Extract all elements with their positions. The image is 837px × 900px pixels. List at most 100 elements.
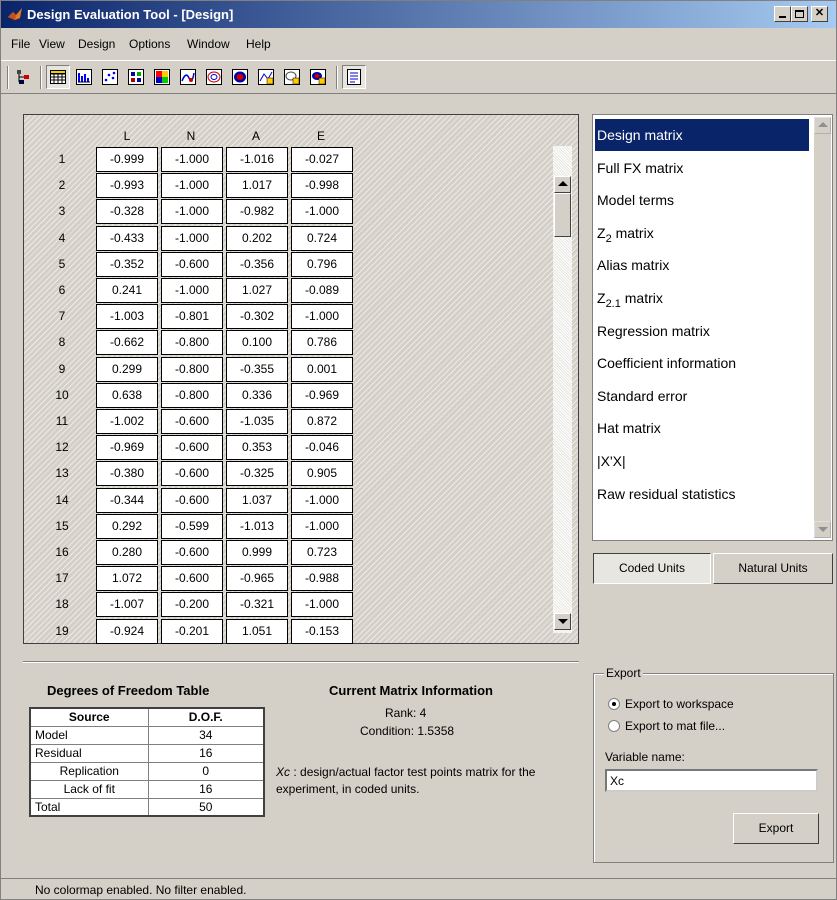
matrix-cell[interactable]: -1.000 <box>161 173 223 199</box>
matrix-cell[interactable]: 1.072 <box>96 566 158 592</box>
matrix-type-item[interactable]: Hat matrix <box>595 412 809 444</box>
matrix-cell[interactable]: -1.016 <box>226 147 288 172</box>
matrix-cell[interactable]: 1.017 <box>226 173 288 199</box>
matrix-type-item[interactable]: |X'X| <box>595 445 809 477</box>
matrix-cell[interactable]: -0.027 <box>291 147 353 172</box>
contour-icon[interactable] <box>202 65 226 89</box>
bar-chart-icon[interactable] <box>72 65 96 89</box>
matrix-cell[interactable]: 0.872 <box>291 409 353 434</box>
matrix-type-item[interactable]: Z2.1 matrix <box>595 282 809 314</box>
matrix-cell[interactable]: 0.796 <box>291 251 353 277</box>
matrix-cell[interactable]: -1.007 <box>96 592 158 618</box>
matrix-cell[interactable]: -1.000 <box>161 199 223 225</box>
matrix-cell[interactable]: -0.993 <box>96 173 158 199</box>
matrix-cell[interactable]: 0.723 <box>291 540 353 565</box>
matrix-cell[interactable]: 0.241 <box>96 278 158 303</box>
matrix-cell[interactable]: -1.000 <box>291 487 353 513</box>
matrix-cell[interactable]: 0.202 <box>226 225 288 251</box>
matrix-cell[interactable]: 1.037 <box>226 487 288 513</box>
minimize-button[interactable] <box>774 6 791 22</box>
radio-export-mat-label[interactable]: Export to mat file... <box>625 719 725 733</box>
menu-window[interactable]: Window <box>187 37 230 51</box>
matrix-cell[interactable]: -0.325 <box>226 461 288 487</box>
menu-design[interactable]: Design <box>78 37 115 51</box>
matrix-cell[interactable]: -0.046 <box>291 435 353 461</box>
menu-file[interactable]: File <box>11 37 30 51</box>
radio-export-workspace[interactable] <box>608 698 620 710</box>
matrix-scrollbar[interactable] <box>553 146 572 633</box>
matrix-cell[interactable]: 0.100 <box>226 330 288 356</box>
menu-help[interactable]: Help <box>246 37 271 51</box>
matrix-type-item[interactable]: Full FX matrix <box>595 152 809 184</box>
matrix-cell[interactable]: -1.000 <box>161 225 223 251</box>
matrix-cell[interactable]: -0.600 <box>161 461 223 487</box>
filled-contour-icon[interactable] <box>228 65 252 89</box>
scroll-up-button[interactable] <box>814 117 831 134</box>
matrix-cell[interactable]: -0.969 <box>291 382 353 408</box>
matrix-cell[interactable]: -0.600 <box>161 540 223 565</box>
multi-plot-icon[interactable] <box>254 65 278 89</box>
natural-units-button[interactable]: Natural Units <box>713 553 833 584</box>
matrix-cell[interactable]: -1.000 <box>291 592 353 618</box>
matrix-type-item[interactable]: Model terms <box>595 184 809 216</box>
scroll-down-button[interactable] <box>554 613 571 630</box>
matrix-cell[interactable]: -0.344 <box>96 487 158 513</box>
matrix-cell[interactable]: -1.035 <box>226 409 288 434</box>
close-button[interactable]: ✕ <box>811 6 828 22</box>
matrix-cell[interactable]: -0.600 <box>161 251 223 277</box>
table-icon[interactable] <box>46 65 70 89</box>
matrix-type-item[interactable]: Coefficient information <box>595 347 809 379</box>
matrix-cell[interactable]: -0.153 <box>291 618 353 644</box>
matrix-cell[interactable]: 1.027 <box>226 278 288 303</box>
matrix-type-item[interactable]: Z2 matrix <box>595 217 809 249</box>
matrix-cell[interactable]: 0.724 <box>291 225 353 251</box>
matrix-type-item[interactable]: Raw residual statistics <box>595 478 809 510</box>
matrix-cell[interactable]: 0.280 <box>96 540 158 565</box>
radio-export-workspace-label[interactable]: Export to workspace <box>625 697 734 711</box>
matrix-cell[interactable]: -0.600 <box>161 435 223 461</box>
grid-plot-icon[interactable] <box>124 65 148 89</box>
matrix-type-item[interactable]: Design matrix <box>595 119 809 151</box>
matrix-cell[interactable]: -0.356 <box>226 251 288 277</box>
matrix-cell[interactable]: 1.051 <box>226 618 288 644</box>
matrix-cell[interactable]: -1.003 <box>96 304 158 330</box>
colored-cross-section-icon[interactable] <box>306 65 330 89</box>
matrix-cell[interactable]: -0.969 <box>96 435 158 461</box>
scroll-thumb[interactable] <box>554 193 571 237</box>
matrix-cell[interactable]: 0.299 <box>96 356 158 382</box>
matrix-cell[interactable]: -1.000 <box>161 278 223 303</box>
matrix-cell[interactable]: -1.000 <box>291 199 353 225</box>
matrix-cell[interactable]: -0.988 <box>291 566 353 592</box>
matrix-cell[interactable]: 0.999 <box>226 540 288 565</box>
export-button[interactable]: Export <box>733 813 819 844</box>
matrix-cell[interactable]: -1.000 <box>161 147 223 172</box>
coded-units-button[interactable]: Coded Units <box>593 553 711 584</box>
matrix-cell[interactable]: -0.089 <box>291 278 353 303</box>
matrix-cell[interactable]: -0.600 <box>161 409 223 434</box>
matrix-cell[interactable]: 0.001 <box>291 356 353 382</box>
matrix-cell[interactable]: 0.353 <box>226 435 288 461</box>
cross-section-icon[interactable] <box>280 65 304 89</box>
properties-icon[interactable] <box>342 65 366 89</box>
matrix-cell[interactable]: -0.200 <box>161 592 223 618</box>
scroll-up-button[interactable] <box>554 176 571 193</box>
matrix-cell[interactable]: -1.002 <box>96 409 158 434</box>
matrix-cell[interactable]: -0.328 <box>96 199 158 225</box>
matrix-cell[interactable]: -0.924 <box>96 618 158 644</box>
list-scrollbar[interactable] <box>814 117 831 538</box>
matrix-type-item[interactable]: Alias matrix <box>595 249 809 281</box>
matrix-cell[interactable]: -0.662 <box>96 330 158 356</box>
matrix-cell[interactable]: -0.600 <box>161 566 223 592</box>
matrix-cell[interactable]: -0.352 <box>96 251 158 277</box>
matrix-cell[interactable]: -0.302 <box>226 304 288 330</box>
scatter-icon[interactable] <box>98 65 122 89</box>
matrix-cell[interactable]: -0.201 <box>161 618 223 644</box>
matrix-type-item[interactable]: Regression matrix <box>595 315 809 347</box>
matrix-cell[interactable]: -0.321 <box>226 592 288 618</box>
matrix-cell[interactable]: -0.800 <box>161 330 223 356</box>
matrix-cell[interactable]: -0.982 <box>226 199 288 225</box>
image-plot-icon[interactable] <box>150 65 174 89</box>
matrix-cell[interactable]: -0.965 <box>226 566 288 592</box>
matrix-cell[interactable]: -0.600 <box>161 487 223 513</box>
matrix-cell[interactable]: 0.638 <box>96 382 158 408</box>
